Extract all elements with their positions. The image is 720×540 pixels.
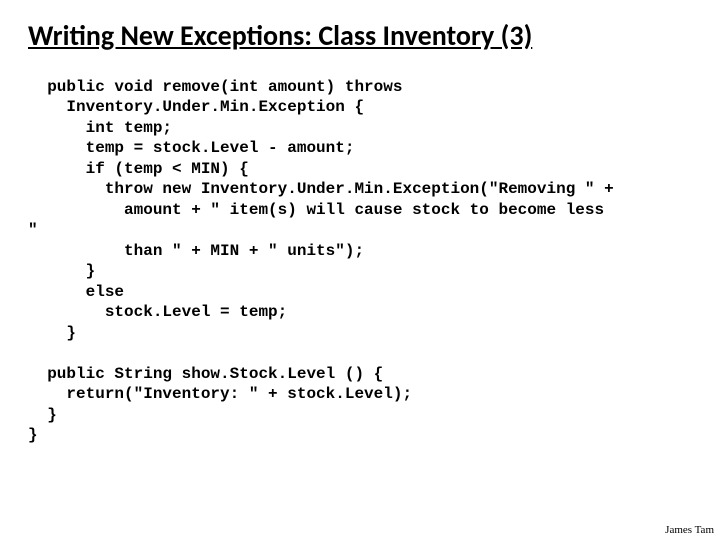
code-block: public void remove(int amount) throws In… bbox=[28, 77, 692, 445]
footer-author: James Tam bbox=[665, 524, 714, 536]
slide-title: Writing New Exceptions: Class Inventory … bbox=[28, 18, 692, 53]
